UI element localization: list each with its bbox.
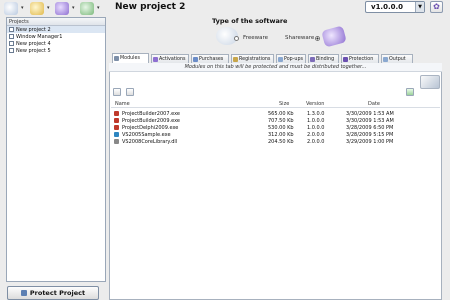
sidebar-item-label: New project 2 xyxy=(16,26,51,33)
tab-label: Modules xyxy=(120,56,140,61)
checkbox[interactable] xyxy=(9,48,14,53)
exe-icon xyxy=(114,132,119,137)
column-name[interactable]: Name xyxy=(115,101,130,107)
exe-icon xyxy=(114,118,119,123)
checkbox[interactable] xyxy=(9,41,14,46)
chevron-down-icon[interactable]: ▾ xyxy=(47,5,50,11)
modules-table-header: Name Size Version Date xyxy=(111,100,440,108)
exe-icon xyxy=(114,125,119,130)
version-value: v1.0.0.0 xyxy=(371,3,404,11)
sidebar-item-window-manager1[interactable]: Window Manager1 xyxy=(7,33,105,40)
tab-label: Purchases xyxy=(199,56,224,62)
tab-purchases[interactable]: Purchases xyxy=(191,54,229,63)
chevron-down-icon[interactable]: ▾ xyxy=(72,5,75,11)
checkbox[interactable] xyxy=(9,34,14,39)
row-version: 2.0.0.0 xyxy=(307,139,325,145)
settings-button[interactable] xyxy=(80,2,94,15)
table-row[interactable]: ProjectBuilder2009.exe 707.50 Kb 1.0.0.0… xyxy=(111,117,440,124)
chevron-down-icon[interactable]: ▾ xyxy=(21,5,24,11)
version-select[interactable]: v1.0.0.0 ▼ xyxy=(365,1,425,13)
gear-icon[interactable]: ✿ xyxy=(430,1,443,13)
tab-activations[interactable]: Activations xyxy=(151,54,189,63)
sidebar-item-new-project-5[interactable]: New project 5 xyxy=(7,47,105,54)
new-project-button[interactable] xyxy=(4,2,18,15)
tab-pop-ups[interactable]: Pop-ups xyxy=(276,54,306,63)
table-row[interactable]: VS2005Sample.exe 312.00 Kb 2.0.0.0 3/28/… xyxy=(111,131,440,138)
table-row[interactable]: ProjectDelphi2009.exe 530.00 Kb 1.0.0.0 … xyxy=(111,124,440,131)
software-type-label: Type of the software xyxy=(212,17,288,25)
modules-content xyxy=(109,63,442,300)
project-title: New project 2 xyxy=(115,2,186,12)
column-size[interactable]: Size xyxy=(279,101,289,107)
sidebar-item-new-project-2[interactable]: New project 2 xyxy=(7,26,105,33)
table-row[interactable]: ProjectBuilder2007.exe 565.00 Kb 1.3.0.0… xyxy=(111,110,440,117)
modules-icon xyxy=(114,56,119,61)
sidebar-item-new-project-4[interactable]: New project 4 xyxy=(7,40,105,47)
output-icon xyxy=(383,56,388,62)
pop-ups-icon xyxy=(278,56,283,62)
sidebar-item-label: New project 4 xyxy=(16,40,51,47)
tab-output[interactable]: Output xyxy=(381,54,413,63)
remove-module-button[interactable] xyxy=(126,88,134,96)
chevron-down-icon: ▼ xyxy=(415,2,424,12)
tab-label: Protection xyxy=(349,56,374,62)
refresh-button[interactable] xyxy=(406,88,414,96)
freeware-radio[interactable] xyxy=(234,36,239,41)
projects-header: Projects xyxy=(7,18,105,26)
table-row[interactable]: VS2008CoreLibrary.dll 204.50 Kb 2.0.0.0 … xyxy=(111,138,440,145)
sidebar-item-label: New project 5 xyxy=(16,47,51,54)
binding-icon xyxy=(310,56,315,62)
row-name: VS2008CoreLibrary.dll xyxy=(122,139,178,145)
shield-icon xyxy=(20,290,27,296)
tab-label: Pop-ups xyxy=(284,56,304,62)
tab-label: Registrations xyxy=(239,56,271,62)
tab-registrations[interactable]: Registrations xyxy=(231,54,274,63)
open-project-button[interactable] xyxy=(30,2,44,15)
registrations-icon xyxy=(233,56,238,62)
column-version[interactable]: Version xyxy=(306,101,324,107)
protect-project-label: Protect Project xyxy=(29,289,86,297)
protection-icon xyxy=(343,56,348,62)
add-module-button[interactable] xyxy=(113,88,121,96)
modules-notice: Modules on this tab will be protected an… xyxy=(109,63,442,72)
freeware-label: Freeware xyxy=(243,35,269,41)
activations-icon xyxy=(153,56,158,62)
tab-label: Output xyxy=(389,56,406,62)
shareware-label: Shareware xyxy=(285,35,315,41)
protect-project-button[interactable]: Protect Project xyxy=(7,286,99,300)
chevron-down-icon[interactable]: ▾ xyxy=(97,5,100,11)
tab-label: Binding xyxy=(316,56,335,62)
dll-icon xyxy=(114,139,119,144)
checkbox[interactable] xyxy=(9,27,14,32)
tab-strip: Modules Activations Purchases Registrati… xyxy=(109,53,450,63)
tab-protection[interactable]: Protection xyxy=(341,54,379,63)
tab-label: Activations xyxy=(159,56,186,62)
row-size: 204.50 Kb xyxy=(268,139,294,145)
purchases-icon xyxy=(193,56,198,62)
tab-binding[interactable]: Binding xyxy=(308,54,339,63)
row-date: 3/29/2009 1:00 PM xyxy=(346,139,394,145)
modules-icon xyxy=(420,75,440,89)
tab-modules[interactable]: Modules xyxy=(112,53,149,63)
exe-icon xyxy=(114,111,119,116)
sidebar-item-label: Window Manager1 xyxy=(16,33,63,40)
save-project-button[interactable] xyxy=(55,2,69,15)
shareware-radio[interactable] xyxy=(315,36,320,41)
shareware-icon xyxy=(321,25,347,48)
projects-panel: Projects New project 2 Window Manager1 N… xyxy=(6,17,106,282)
column-date[interactable]: Date xyxy=(368,101,380,107)
